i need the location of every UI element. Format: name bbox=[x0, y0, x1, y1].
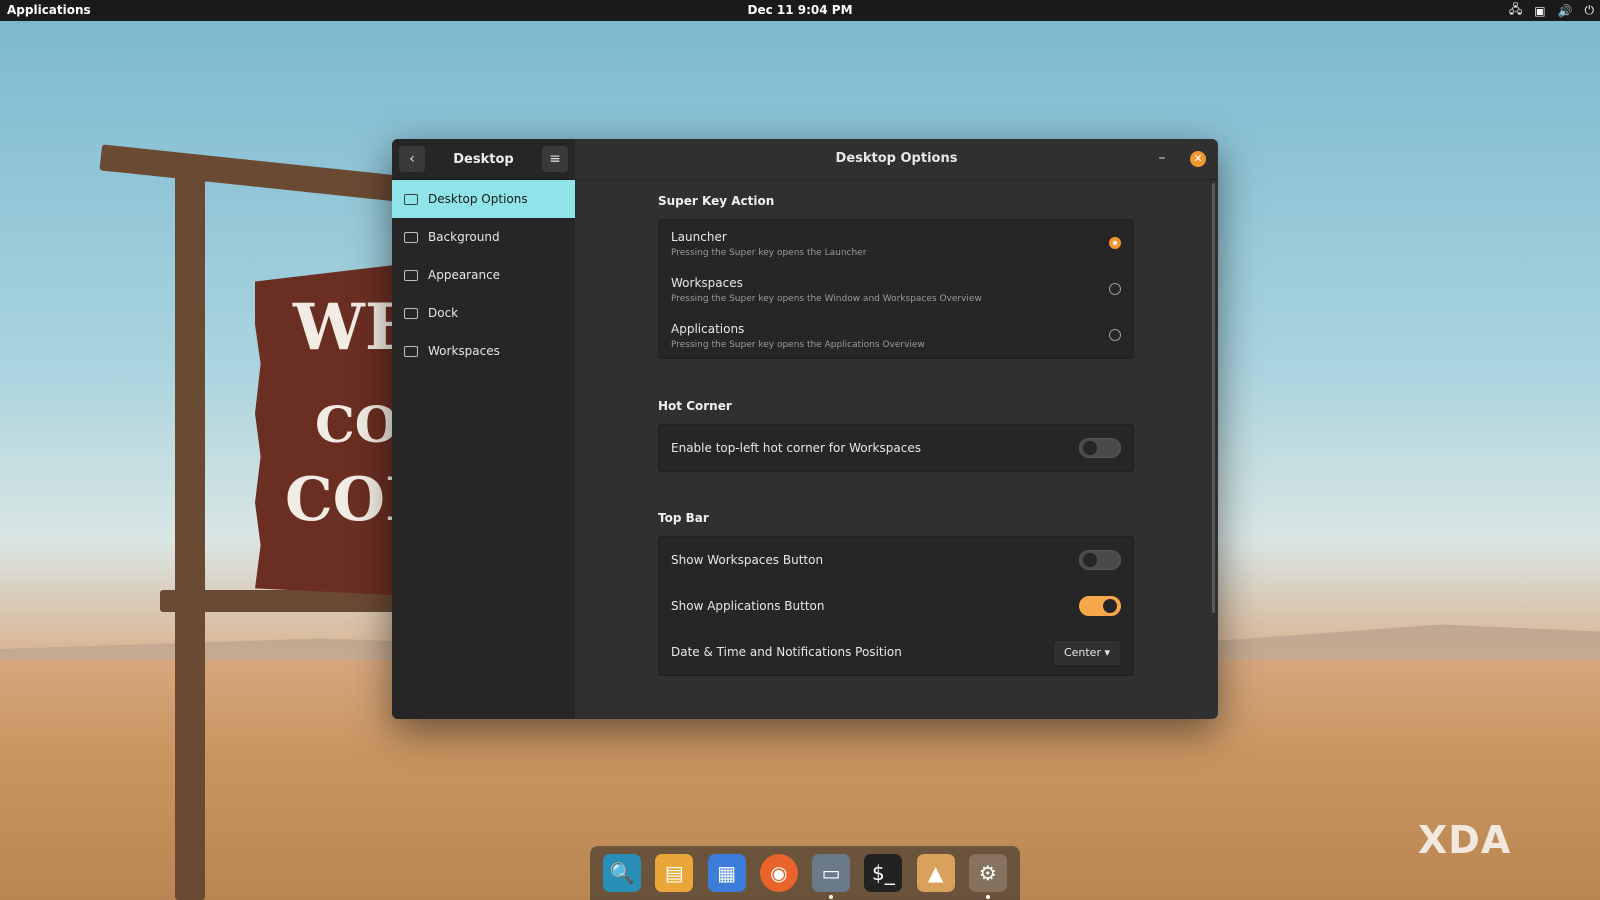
sidebar-item-label: Background bbox=[428, 230, 500, 244]
welcome-sign-board: WEL CO COL bbox=[255, 265, 395, 595]
dock: 🔍 ▤ ▦ ◉ ▭ $_ ▲ ⚙ bbox=[590, 846, 1020, 900]
workspaces-button-toggle[interactable] bbox=[1079, 550, 1121, 570]
sidebar-item-label: Dock bbox=[428, 306, 459, 320]
sidebar-header: ‹ Desktop ≡ bbox=[392, 139, 575, 180]
applications-button-row: Show Applications Button bbox=[659, 583, 1133, 629]
settings-content-pane: Desktop Options – ✕ Super Key Action Lau… bbox=[575, 139, 1218, 719]
radio-applications[interactable] bbox=[1109, 329, 1121, 341]
menu-button[interactable]: ≡ bbox=[541, 146, 568, 172]
chevron-left-icon: ‹ bbox=[409, 151, 415, 167]
section-title-super-key: Super Key Action bbox=[658, 194, 775, 208]
hot-corner-label: Enable top-left hot corner for Workspace… bbox=[671, 441, 921, 455]
datetime-position-row: Date & Time and Notifications Position C… bbox=[659, 629, 1133, 675]
app-grid-icon[interactable]: ▦ bbox=[707, 854, 746, 892]
terminal-icon[interactable]: $_ bbox=[864, 854, 903, 892]
sidebar-item-desktop-options[interactable]: Desktop Options bbox=[392, 180, 575, 218]
section-title-top-bar: Top Bar bbox=[658, 511, 709, 525]
sign-post-left bbox=[175, 175, 205, 900]
sign-crossbeam bbox=[99, 144, 401, 202]
sidebar-item-label: Appearance bbox=[428, 268, 501, 282]
sidebar-title: Desktop bbox=[453, 151, 514, 167]
toggle-knob bbox=[1083, 441, 1097, 455]
workspaces-icon bbox=[404, 345, 418, 357]
appearance-icon bbox=[404, 269, 418, 281]
top-panel: Applications Dec 11 9:04 PM 🖧 ▣ 🔊 ⏻ bbox=[0, 0, 1600, 21]
firefox-icon[interactable]: ◉ bbox=[759, 854, 798, 892]
option-description: Pressing the Super key opens the Applica… bbox=[671, 340, 925, 350]
sidebar-item-workspaces[interactable]: Workspaces bbox=[392, 332, 575, 370]
volume-icon[interactable]: 🔊 bbox=[1558, 4, 1573, 18]
search-icon[interactable]: 🔍 bbox=[603, 854, 642, 892]
settings-sidebar: ‹ Desktop ≡ Desktop Options Background A… bbox=[392, 139, 575, 719]
minimize-button[interactable]: – bbox=[1154, 150, 1170, 168]
file-manager-icon[interactable]: ▭ bbox=[812, 854, 851, 899]
shop-icon[interactable]: ▲ bbox=[916, 854, 955, 892]
close-button[interactable]: ✕ bbox=[1190, 151, 1206, 167]
option-label: Launcher bbox=[671, 230, 727, 244]
settings-icon[interactable]: ⚙ bbox=[968, 854, 1007, 899]
toggle-knob bbox=[1103, 599, 1117, 613]
datetime-position-label: Date & Time and Notifications Position bbox=[671, 645, 902, 659]
section-title-hot-corner: Hot Corner bbox=[658, 399, 732, 413]
hamburger-menu-icon: ≡ bbox=[549, 151, 561, 167]
running-indicator bbox=[829, 895, 834, 899]
sidebar-item-label: Workspaces bbox=[428, 344, 500, 358]
back-button[interactable]: ‹ bbox=[399, 146, 425, 172]
datetime-position-dropdown[interactable]: Center ▾ bbox=[1052, 640, 1121, 666]
minimize-icon: – bbox=[1158, 150, 1166, 166]
sign-text-line2: CO bbox=[315, 395, 399, 454]
hot-corner-card: Enable top-left hot corner for Workspace… bbox=[658, 424, 1134, 472]
applications-button-label: Show Applications Button bbox=[671, 599, 825, 613]
notifications-icon[interactable]: ▣ bbox=[1534, 4, 1545, 18]
page-title: Desktop Options bbox=[835, 151, 958, 166]
workspaces-button-label: Show Workspaces Button bbox=[671, 553, 824, 567]
option-applications[interactable]: Applications Pressing the Super key open… bbox=[659, 312, 1133, 358]
toggle-knob bbox=[1083, 553, 1097, 567]
super-key-options-card: Launcher Pressing the Super key opens th… bbox=[658, 219, 1134, 359]
power-icon[interactable]: ⏻ bbox=[1585, 3, 1595, 18]
settings-window: ‹ Desktop ≡ Desktop Options Background A… bbox=[392, 139, 1218, 719]
sidebar-item-appearance[interactable]: Appearance bbox=[392, 256, 575, 294]
option-label: Workspaces bbox=[671, 276, 743, 290]
option-workspaces[interactable]: Workspaces Pressing the Super key opens … bbox=[659, 266, 1133, 312]
monitor-icon bbox=[404, 193, 418, 205]
system-tray: 🖧 ▣ 🔊 ⏻ bbox=[1509, 0, 1594, 21]
workspaces-button-row: Show Workspaces Button bbox=[659, 537, 1133, 583]
radio-launcher[interactable] bbox=[1109, 237, 1121, 249]
radio-workspaces[interactable] bbox=[1109, 283, 1121, 295]
dock-icon bbox=[404, 307, 418, 319]
sidebar-item-label: Desktop Options bbox=[428, 192, 528, 206]
top-bar-card: Show Workspaces Button Show Applications… bbox=[658, 536, 1134, 676]
applications-button-toggle[interactable] bbox=[1079, 596, 1121, 616]
scrollbar[interactable] bbox=[1212, 183, 1215, 613]
option-launcher[interactable]: Launcher Pressing the Super key opens th… bbox=[659, 220, 1133, 266]
sidebar-item-background[interactable]: Background bbox=[392, 218, 575, 256]
network-icon[interactable]: 🖧 bbox=[1509, 0, 1522, 21]
close-icon: ✕ bbox=[1193, 152, 1203, 165]
clock-date-time[interactable]: Dec 11 9:04 PM bbox=[0, 0, 1600, 21]
background-icon bbox=[404, 231, 418, 243]
dropdown-value: Center bbox=[1063, 646, 1101, 659]
running-indicator bbox=[985, 895, 990, 899]
option-description: Pressing the Super key opens the Window … bbox=[671, 294, 982, 304]
hot-corner-row: Enable top-left hot corner for Workspace… bbox=[659, 425, 1133, 471]
option-description: Pressing the Super key opens the Launche… bbox=[671, 248, 867, 258]
content-header: Desktop Options – ✕ bbox=[575, 139, 1218, 180]
hot-corner-toggle[interactable] bbox=[1079, 438, 1121, 458]
xda-watermark: XDA bbox=[1418, 818, 1512, 862]
files-manager-icon[interactable]: ▤ bbox=[655, 854, 694, 892]
chevron-down-icon: ▾ bbox=[1104, 646, 1110, 659]
option-label: Applications bbox=[671, 322, 745, 336]
sidebar-item-dock[interactable]: Dock bbox=[392, 294, 575, 332]
